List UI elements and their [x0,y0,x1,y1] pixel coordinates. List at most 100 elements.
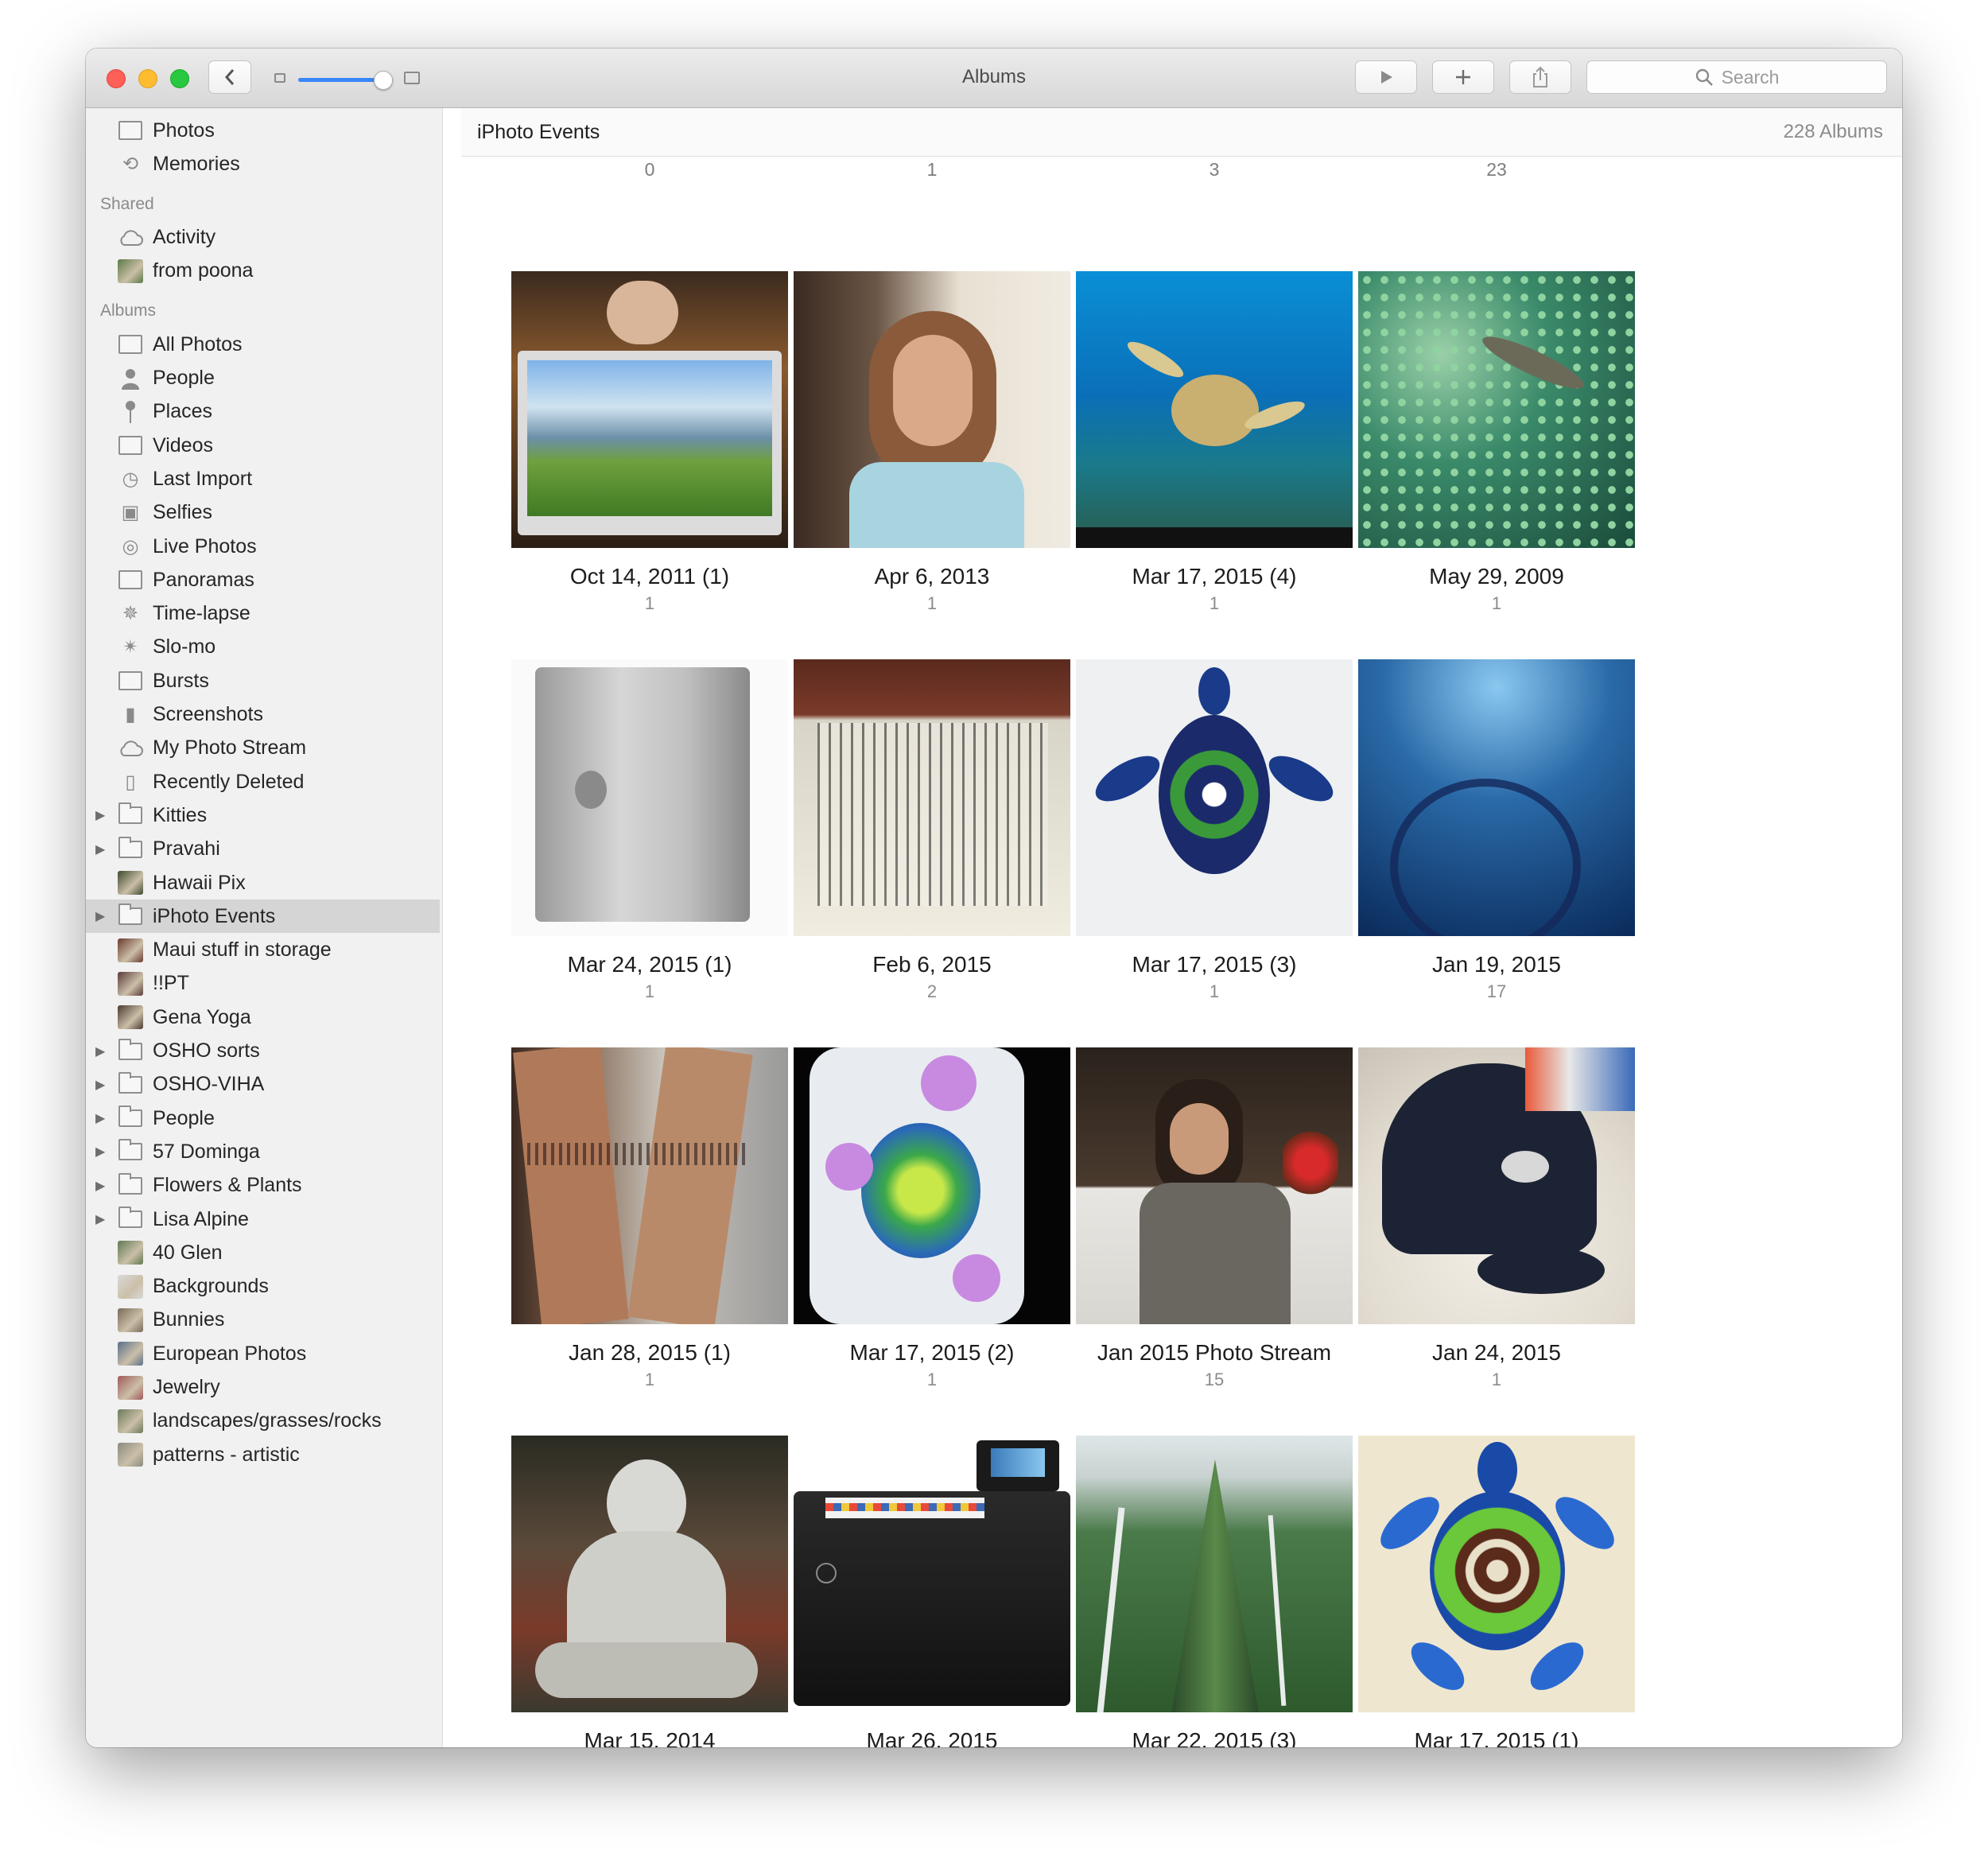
sidebar-item-osho-sorts[interactable]: ▶ OSHO sorts [86,1035,440,1068]
album-tile[interactable]: Mar 17, 2015 (2) 1 [794,1047,1070,1389]
sidebar-item-places[interactable]: Places [86,395,440,429]
album-tile[interactable]: Mar 26, 20151 [794,1436,1070,1747]
sidebar-item-maui-stuff-in-storage[interactable]: Maui stuff in storage [86,934,440,967]
search-placeholder: Search [1721,66,1780,87]
album-thumbnail[interactable] [1358,1047,1635,1324]
sidebar-item-landscapes-grasses-rocks[interactable]: landscapes/grasses/rocks [86,1405,440,1438]
sidebar-item-label: Recently Deleted [153,770,305,793]
album-thumbnail[interactable] [794,1436,1070,1712]
sidebar-item-from-poona[interactable]: from poona [86,255,440,288]
album-thumbnail[interactable] [1076,1436,1353,1712]
album-thumbnail[interactable] [1358,271,1635,548]
shared-album-thumb-icon [118,258,143,283]
sidebar-item-selfies[interactable]: ▣ Selfies [86,496,440,530]
folder-icon [118,1206,143,1230]
disclosure-triangle-icon[interactable]: ▶ [95,807,108,823]
sidebar-item-live-photos[interactable]: ◎ Live Photos [86,530,440,563]
album-tile[interactable]: Feb 6, 2015 2 [794,659,1070,1001]
sidebar-item-40-glen[interactable]: 40 Glen [86,1236,440,1269]
disclosure-triangle-icon[interactable]: ▶ [95,1178,108,1194]
album-thumb-icon [118,1409,143,1433]
sidebar-item-iphoto-events[interactable]: ▶ iPhoto Events [86,900,440,934]
album-thumbnail[interactable] [794,1047,1070,1324]
album-photo-count: 1 [1491,1370,1502,1389]
sidebar-item-kitties[interactable]: ▶ Kitties [86,799,440,832]
sidebar-item-57-dominga[interactable]: ▶ 57 Dominga [86,1135,440,1168]
sidebar-item-patterns-artistic[interactable]: patterns - artistic [86,1438,440,1471]
album-thumbnail[interactable] [511,1436,788,1712]
sidebar-item-hawaii-pix[interactable]: Hawaii Pix [86,866,440,900]
album-tile[interactable]: Jan 24, 2015 1 [1358,1047,1635,1389]
folder-icon [118,836,143,861]
album-thumbnail[interactable] [794,271,1070,548]
album-tile[interactable]: Oct 14, 2011 (1) 1 [511,271,788,613]
disclosure-triangle-icon[interactable]: ▶ [95,908,108,924]
album-tile[interactable]: Jan 28, 2015 (1) 1 [511,1047,788,1389]
sidebar-item-label: People [153,367,215,389]
sidebar-item-pt[interactable]: !!PT [86,967,440,1001]
sidebar-item-backgrounds[interactable]: Backgrounds [86,1270,440,1304]
sidebar-item-recently-deleted[interactable]: ▯ Recently Deleted [86,765,440,799]
sidebar-item-people[interactable]: ▶ People [86,1102,440,1135]
add-button[interactable] [1432,60,1494,94]
sidebar-item-photos[interactable]: Photos [86,114,440,147]
album-thumbnail[interactable] [794,659,1070,936]
album-name: Mar 17, 2015 (2) [849,1340,1015,1365]
sidebar-item-screenshots[interactable]: ▮ Screenshots [86,698,440,732]
album-tile[interactable]: Mar 17, 2015 (3) 1 [1076,659,1353,1001]
disclosure-triangle-icon[interactable]: ▶ [95,1110,108,1126]
album-thumbnail[interactable] [1076,659,1353,936]
disclosure-triangle-icon[interactable]: ▶ [95,1211,108,1227]
album-tile[interactable]: Apr 6, 2013 1 [794,271,1070,613]
disclosure-triangle-icon[interactable]: ▶ [95,1077,108,1093]
album-photo-count: 1 [926,593,938,613]
album-tile[interactable]: Mar 22, 2015 (3)1 [1076,1436,1353,1747]
album-thumbnail[interactable] [1358,659,1635,936]
sidebar-item-memories[interactable]: ⟲ Memories [86,147,440,181]
search-field[interactable]: Search [1586,60,1887,94]
sidebar-item-gena-yoga[interactable]: Gena Yoga [86,1001,440,1034]
album-thumbnail[interactable] [1358,1436,1635,1712]
sidebar-item-lisa-alpine[interactable]: ▶ Lisa Alpine [86,1203,440,1236]
share-button[interactable] [1509,60,1571,94]
sidebar-item-videos[interactable]: Videos [86,429,440,462]
album-photo-count: 17 [1486,981,1507,1001]
album-tile[interactable]: May 29, 2009 1 [1358,271,1635,613]
album-thumbnail[interactable] [511,1047,788,1324]
sidebar-item-label: OSHO-VIHA [153,1073,265,1096]
sidebar-item-osho-viha[interactable]: ▶ OSHO-VIHA [86,1068,440,1102]
clock-icon: ◷ [122,468,139,490]
sidebar-item-bursts[interactable]: Bursts [86,664,440,697]
disclosure-triangle-icon[interactable]: ▶ [95,1144,108,1160]
sidebar-item-people[interactable]: People [86,362,440,395]
sidebar-item-panoramas[interactable]: Panoramas [86,563,440,596]
sidebar-item-bunnies[interactable]: Bunnies [86,1304,440,1337]
album-thumbnail[interactable] [511,659,788,936]
sidebar-item-last-import[interactable]: ◷ Last Import [86,462,440,495]
sidebar-item-european-photos[interactable]: European Photos [86,1337,440,1370]
album-thumbnail[interactable] [511,271,788,548]
disclosure-triangle-icon[interactable]: ▶ [95,1043,108,1059]
slideshow-button[interactable] [1355,60,1417,94]
album-tile[interactable]: Jan 2015 Photo Stream 15 [1076,1047,1353,1389]
album-tile[interactable]: Mar 24, 2015 (1) 1 [511,659,788,1001]
album-tile[interactable]: Mar 17, 2015 (4) 1 [1076,271,1353,613]
album-tile[interactable]: Mar 17, 2015 (1)1 [1358,1436,1635,1747]
album-thumbnail[interactable] [1076,271,1353,548]
sidebar-item-flowers-plants[interactable]: ▶ Flowers & Plants [86,1169,440,1203]
sidebar-item-all-photos[interactable]: All Photos [86,328,440,361]
sidebar-item-jewelry[interactable]: Jewelry [86,1371,440,1405]
sidebar-item-time-lapse[interactable]: ✵ Time-lapse [86,597,440,631]
pin-icon [118,400,143,423]
sidebar-item-my-photo-stream[interactable]: My Photo Stream [86,732,440,765]
sidebar-item-slo-mo[interactable]: ✴ Slo-mo [86,631,440,664]
sidebar-item-activity[interactable]: Activity [86,221,440,255]
folder-icon [118,802,143,826]
disclosure-triangle-icon[interactable]: ▶ [95,841,108,857]
album-thumbnail[interactable] [1076,1047,1353,1324]
sidebar-item-pravahi[interactable]: ▶ Pravahi [86,833,440,866]
plus-icon [1456,70,1470,84]
album-tile[interactable]: Jan 19, 2015 17 [1358,659,1635,1001]
sidebar-item-label: Bunnies [153,1308,225,1331]
album-tile[interactable]: Mar 15, 20141 [511,1436,788,1747]
